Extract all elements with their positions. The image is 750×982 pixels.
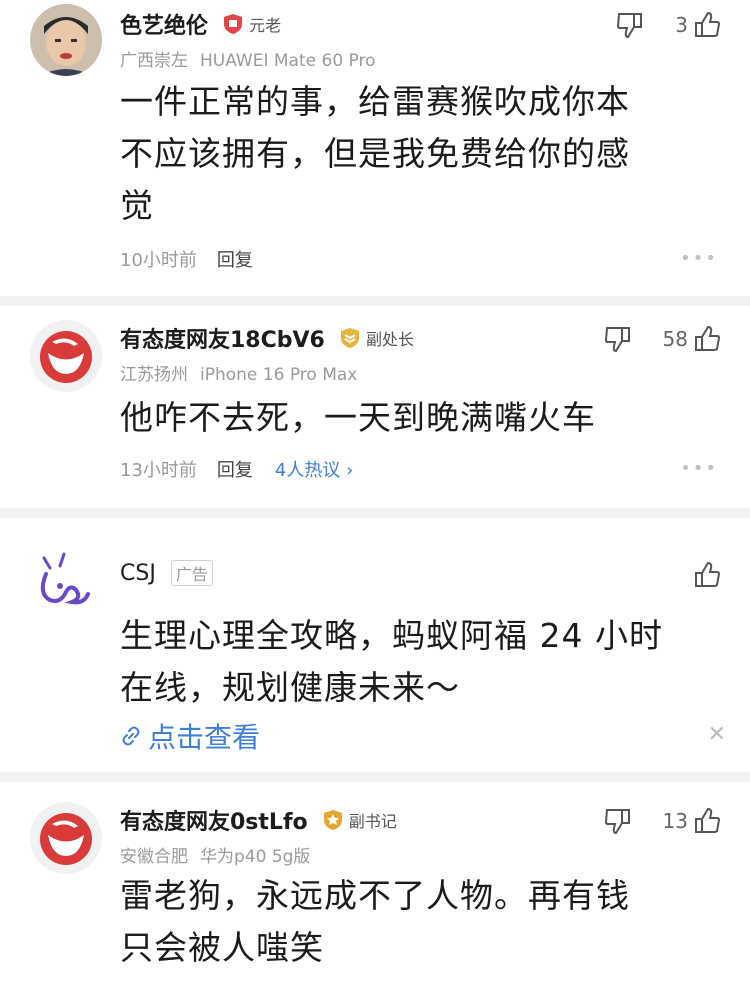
like-icon[interactable] <box>692 806 722 836</box>
comment-meta: 安徽合肥 华为p40 5g版 <box>120 842 397 867</box>
shield-badge-icon <box>224 14 243 34</box>
user-avatar[interactable] <box>30 4 102 76</box>
dislike-icon[interactable] <box>603 324 633 354</box>
username[interactable]: 有态度网友0stLfo <box>120 804 308 836</box>
text-line: 一件正常的事，给雷赛猴吹成你本 <box>120 82 630 121</box>
advertiser-name[interactable]: CSJ <box>120 561 156 586</box>
user-avatar[interactable] <box>30 320 102 392</box>
rank-badge: 元老 <box>223 12 281 36</box>
device: HUAWEI Mate 60 Pro <box>200 51 376 71</box>
divider <box>0 772 750 782</box>
comment-meta: 江苏扬州 iPhone 16 Pro Max <box>120 360 414 385</box>
username[interactable]: 有态度网友18CbV6 <box>120 322 325 354</box>
location: 安徽合肥 <box>120 847 188 867</box>
comment-meta: 广西崇左 HUAWEI Mate 60 Pro <box>120 46 376 71</box>
ad-tag: 广告 <box>170 560 213 586</box>
comment-actions: 13 <box>603 806 722 836</box>
text-line: 生理心理全攻略，蚂蚁阿福 24 小时 <box>120 616 663 655</box>
link-icon <box>122 726 140 746</box>
view-link-label: 点击查看 <box>148 721 261 754</box>
hot-replies-link[interactable]: 4人热议 › <box>275 456 353 482</box>
ad-card: CSJ 广告 生理心理全攻略，蚂蚁阿福 24 小时 在线，规划健康未来～ 点击查… <box>0 518 750 772</box>
level-badge-icon <box>323 810 342 830</box>
badge-label: 副处长 <box>365 330 414 349</box>
ad-text: 生理心理全攻略，蚂蚁阿福 24 小时 在线，规划健康未来～ <box>120 610 720 714</box>
comment-2: 有态度网友18CbV6 副处长 江苏扬州 iPhone 16 Pro Max 58… <box>0 306 750 508</box>
username[interactable]: 色艺绝伦 <box>120 8 208 40</box>
like-icon[interactable] <box>692 10 722 40</box>
like-icon[interactable] <box>692 324 722 354</box>
divider <box>0 508 750 518</box>
close-icon[interactable]: ✕ <box>708 722 726 747</box>
comment-text: 他咋不去死，一天到晚满嘴火车 <box>120 392 720 444</box>
comment-footer: 13小时前 回复 4人热议 › <box>120 456 353 482</box>
like-count: 13 <box>662 809 688 833</box>
timestamp: 13小时前 <box>120 460 197 481</box>
ad-actions <box>692 560 722 590</box>
divider <box>0 296 750 306</box>
text-line: 觉 <box>120 186 154 225</box>
comment-text: 雷老狗，永远成不了人物。再有钱 只会被人嗤笑 <box>120 870 720 974</box>
timestamp: 10小时前 <box>120 250 197 271</box>
rank-badge: 副处长 <box>340 326 414 350</box>
text-line: 他咋不去死，一天到晚满嘴火车 <box>120 398 596 437</box>
location: 江苏扬州 <box>120 365 188 385</box>
more-icon[interactable]: ••• <box>680 458 718 479</box>
like-count: 58 <box>662 327 688 351</box>
comment-text: 一件正常的事，给雷赛猴吹成你本 不应该拥有，但是我免费给你的感 觉 <box>120 76 720 232</box>
text-line: 只会被人嗤笑 <box>120 928 324 967</box>
comment-1: 色艺绝伦 元老 广西崇左 HUAWEI Mate 60 Pro 3 一件正常的事，… <box>0 0 750 296</box>
device: 华为p40 5g版 <box>200 847 311 867</box>
comment-actions: 58 <box>603 324 722 354</box>
badge-label: 元老 <box>249 16 282 35</box>
reply-button[interactable]: 回复 <box>217 456 253 482</box>
ad-logo[interactable] <box>30 544 102 616</box>
like-icon[interactable] <box>692 560 722 590</box>
reply-button[interactable]: 回复 <box>217 246 253 272</box>
view-link[interactable]: 点击查看 <box>120 716 260 756</box>
like-count: 3 <box>675 13 688 37</box>
text-line: 在线，规划健康未来～ <box>120 668 460 707</box>
user-avatar[interactable] <box>30 802 102 874</box>
more-icon[interactable]: ••• <box>680 248 718 269</box>
text-line: 不应该拥有，但是我免费给你的感 <box>120 134 630 173</box>
text-line: 雷老狗，永远成不了人物。再有钱 <box>120 876 630 915</box>
dislike-icon[interactable] <box>603 806 633 836</box>
comment-actions: 3 <box>615 10 722 40</box>
dislike-icon[interactable] <box>615 10 645 40</box>
device: iPhone 16 Pro Max <box>200 365 358 385</box>
rank-badge: 副书记 <box>323 808 397 832</box>
badge-label: 副书记 <box>348 812 397 831</box>
comment-3: 有态度网友0stLfo 副书记 安徽合肥 华为p40 5g版 13 雷老狗，永远成… <box>0 782 750 982</box>
level-badge-icon <box>340 328 359 348</box>
comment-footer: 10小时前 回复 <box>120 246 253 272</box>
location: 广西崇左 <box>120 51 188 71</box>
